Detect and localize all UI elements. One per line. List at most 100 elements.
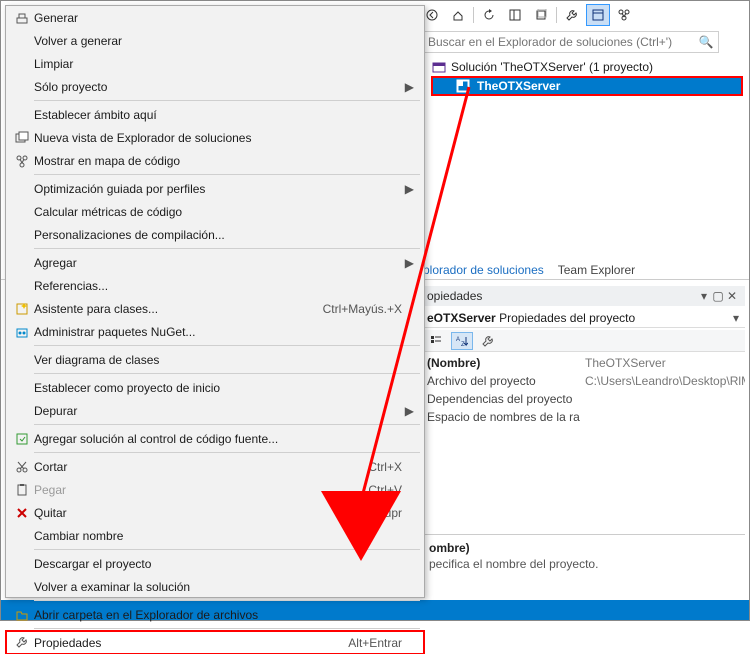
categorized-icon[interactable] xyxy=(425,332,447,350)
property-row[interactable]: Dependencias del proyecto xyxy=(421,390,745,408)
pin-icon[interactable]: ▾ xyxy=(697,289,711,303)
menu-item-label: Ver diagrama de clases xyxy=(34,353,402,367)
svg-text:A: A xyxy=(456,337,460,343)
menu-item-cortar[interactable]: CortarCtrl+X xyxy=(6,455,424,478)
menu-item-agregar[interactable]: Agregar▶ xyxy=(6,251,424,274)
menu-item-label: Referencias... xyxy=(34,279,402,293)
delete-icon xyxy=(10,506,34,520)
menu-item-personalizaciones-de-compilaci-n[interactable]: Personalizaciones de compilación... xyxy=(6,223,424,246)
collapse-icon[interactable] xyxy=(504,5,526,25)
menu-item-pegar: PegarCtrl+V xyxy=(6,478,424,501)
menu-item-label: Limpiar xyxy=(34,57,402,71)
properties-panel-title: opiedades xyxy=(427,289,482,303)
tab-team-explorer[interactable]: Team Explorer xyxy=(556,261,637,279)
refresh-icon[interactable] xyxy=(478,5,500,25)
menu-item-label: Quitar xyxy=(34,506,377,520)
close-icon[interactable]: ✕ xyxy=(725,289,739,303)
menu-item-ver-diagrama-de-clases[interactable]: Ver diagrama de clases xyxy=(6,348,424,371)
menu-item-label: Agregar xyxy=(34,256,402,270)
menu-item-label: Establecer como proyecto de inicio xyxy=(34,381,402,395)
solution-search-input[interactable]: 🔍 xyxy=(421,31,719,53)
menu-item-label: Agregar solución al control de código fu… xyxy=(34,432,402,446)
menu-item-label: Asistente para clases... xyxy=(34,302,323,316)
property-value: TheOTXServer xyxy=(581,356,745,370)
separator xyxy=(556,7,557,23)
menu-item-propiedades[interactable]: PropiedadesAlt+Entrar xyxy=(6,631,424,654)
class-view-icon[interactable] xyxy=(613,5,635,25)
menu-item-label: Volver a generar xyxy=(34,34,402,48)
property-row[interactable]: Archivo del proyectoC:\Users\Leandro\Des… xyxy=(421,372,745,390)
menu-item-optimizaci-n-guiada-por-perfiles[interactable]: Optimización guiada por perfiles▶ xyxy=(6,177,424,200)
solution-label: Solución 'TheOTXServer' (1 proyecto) xyxy=(451,60,653,74)
menu-item-quitar[interactable]: QuitarSupr xyxy=(6,501,424,524)
pin-icon[interactable]: ▢ xyxy=(711,289,725,303)
menu-item-shortcut: Ctrl+Mayús.+X xyxy=(323,302,402,316)
property-row[interactable]: Espacio de nombres de la ra xyxy=(421,408,745,426)
solution-search-field[interactable] xyxy=(426,34,698,50)
menu-item-administrar-paquetes-nuget[interactable]: Administrar paquetes NuGet... xyxy=(6,320,424,343)
menu-item-establecer-mbito-aqu[interactable]: Establecer ámbito aquí xyxy=(6,103,424,126)
menu-item-label: Pegar xyxy=(34,483,368,497)
menu-item-abrir-carpeta-en-el-explorador-de-archivos[interactable]: Abrir carpeta en el Explorador de archiv… xyxy=(6,603,424,626)
menu-item-establecer-como-proyecto-de-inicio[interactable]: Establecer como proyecto de inicio xyxy=(6,376,424,399)
submenu-arrow-icon: ▶ xyxy=(402,256,414,270)
build-icon xyxy=(10,11,34,25)
menu-item-volver-a-generar[interactable]: Volver a generar xyxy=(6,29,424,52)
newview-icon xyxy=(10,131,34,145)
properties-description-title: ombre) xyxy=(429,541,737,555)
menu-item-label: Mostrar en mapa de código xyxy=(34,154,402,168)
home-icon[interactable] xyxy=(447,5,469,25)
cut-icon xyxy=(10,460,34,474)
menu-item-referencias[interactable]: Referencias... xyxy=(6,274,424,297)
menu-item-label: Calcular métricas de código xyxy=(34,205,402,219)
wrench-icon[interactable] xyxy=(561,5,583,25)
solution-explorer-toolbar xyxy=(421,4,635,26)
showall-icon[interactable] xyxy=(530,5,552,25)
search-icon[interactable]: 🔍 xyxy=(698,34,714,50)
menu-item-limpiar[interactable]: Limpiar xyxy=(6,52,424,75)
menu-item-mostrar-en-mapa-de-c-digo[interactable]: Mostrar en mapa de código xyxy=(6,149,424,172)
properties-object-combo[interactable]: eOTXServer Propiedades del proyecto ▾ xyxy=(421,308,745,328)
property-pages-icon[interactable] xyxy=(477,332,499,350)
solution-node[interactable]: Solución 'TheOTXServer' (1 proyecto) xyxy=(431,59,653,75)
menu-item-label: Depurar xyxy=(34,404,402,418)
menu-item-label: Descargar el proyecto xyxy=(34,557,402,571)
menu-item-label: Establecer ámbito aquí xyxy=(34,108,402,122)
menu-item-label: Propiedades xyxy=(34,636,348,650)
classwiz-icon xyxy=(10,302,34,316)
properties-window-icon[interactable] xyxy=(587,5,609,25)
property-name: Espacio de nombres de la ra xyxy=(421,410,581,424)
menu-item-label: Abrir carpeta en el Explorador de archiv… xyxy=(34,608,402,622)
menu-item-nueva-vista-de-explorador-de-soluciones[interactable]: Nueva vista de Explorador de soluciones xyxy=(6,126,424,149)
solution-icon xyxy=(431,59,447,75)
menu-item-agregar-soluci-n-al-control-de-c-digo-fuente[interactable]: Agregar solución al control de código fu… xyxy=(6,427,424,450)
menu-item-volver-a-examinar-la-soluci-n[interactable]: Volver a examinar la solución xyxy=(6,575,424,598)
submenu-arrow-icon: ▶ xyxy=(402,404,414,418)
menu-item-label: Personalizaciones de compilación... xyxy=(34,228,402,242)
menu-item-descargar-el-proyecto[interactable]: Descargar el proyecto xyxy=(6,552,424,575)
menu-item-generar[interactable]: Generar xyxy=(6,6,424,29)
paste-icon xyxy=(10,483,34,497)
project-icon xyxy=(455,78,471,94)
menu-item-label: Generar xyxy=(34,11,402,25)
submenu-arrow-icon: ▶ xyxy=(402,182,414,196)
properties-toolbar: AZ xyxy=(421,330,745,352)
tab-solution-explorer[interactable]: plorador de soluciones xyxy=(421,261,546,279)
separator xyxy=(473,7,474,23)
menu-item-label: Nueva vista de Explorador de soluciones xyxy=(34,131,402,145)
menu-item-calcular-m-tricas-de-c-digo[interactable]: Calcular métricas de código xyxy=(6,200,424,223)
map-icon xyxy=(10,154,34,168)
menu-item-depurar[interactable]: Depurar▶ xyxy=(6,399,424,422)
project-node-selected[interactable]: TheOTXServer xyxy=(431,76,743,96)
alphabetical-icon[interactable]: AZ xyxy=(451,332,473,350)
property-row[interactable]: (Nombre)TheOTXServer xyxy=(421,354,745,372)
chevron-down-icon: ▾ xyxy=(733,311,739,325)
scc-icon xyxy=(10,432,34,446)
properties-grid[interactable]: (Nombre)TheOTXServerArchivo del proyecto… xyxy=(421,354,745,426)
menu-item-asistente-para-clases[interactable]: Asistente para clases...Ctrl+Mayús.+X xyxy=(6,297,424,320)
menu-item-label: Optimización guiada por perfiles xyxy=(34,182,402,196)
menu-item-cambiar-nombre[interactable]: Cambiar nombre xyxy=(6,524,424,547)
properties-object-name: eOTXServer xyxy=(427,311,496,325)
menu-item-s-lo-proyecto[interactable]: Sólo proyecto▶ xyxy=(6,75,424,98)
properties-description: ombre) pecifica el nombre del proyecto. xyxy=(421,534,745,594)
